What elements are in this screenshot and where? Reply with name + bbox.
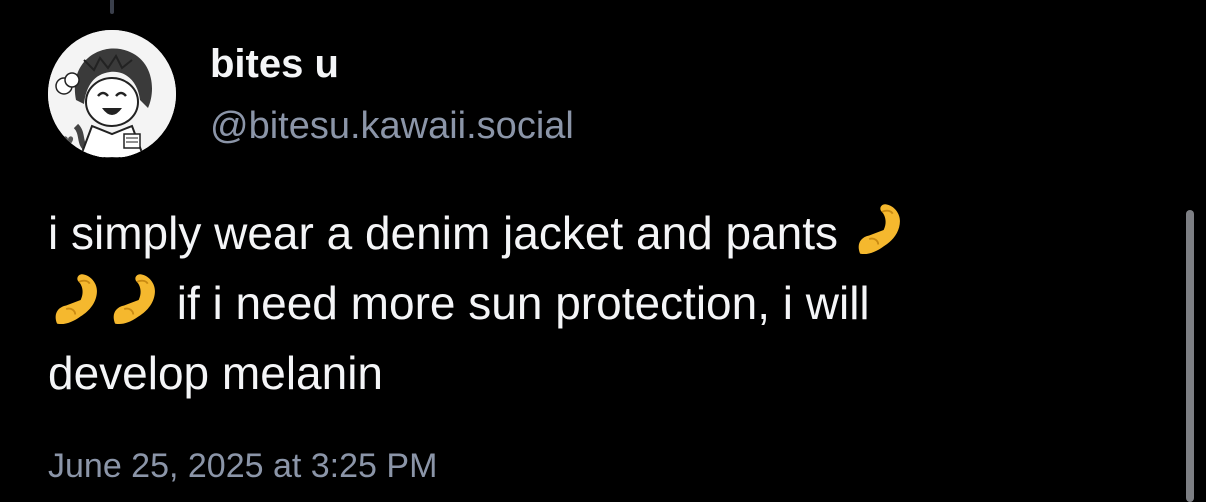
- post-timestamp[interactable]: June 25, 2025 at 3:25 PM: [48, 444, 437, 488]
- flexed-biceps-icon: [851, 201, 909, 259]
- flexed-biceps-icon: [48, 271, 106, 329]
- post-text-line-1: i simply wear a denim jacket and pants: [48, 207, 839, 259]
- thread-connector-line: [110, 0, 114, 14]
- post-text-line-3: develop melanin: [48, 347, 384, 399]
- author-display-name[interactable]: bites u: [210, 40, 339, 88]
- post-view: bites u @bitesu.kawaii.social i simply w…: [0, 0, 1206, 502]
- avatar[interactable]: [48, 30, 176, 158]
- scrollbar-thumb[interactable]: [1186, 210, 1194, 502]
- avatar-manga-girl-icon: [48, 30, 176, 158]
- post-text-line-2: if i need more sun protection, i will: [176, 277, 870, 329]
- author-handle[interactable]: @bitesu.kawaii.social: [210, 102, 574, 150]
- post-text: i simply wear a denim jacket and pants i…: [48, 198, 1168, 408]
- flexed-biceps-icon: [106, 271, 164, 329]
